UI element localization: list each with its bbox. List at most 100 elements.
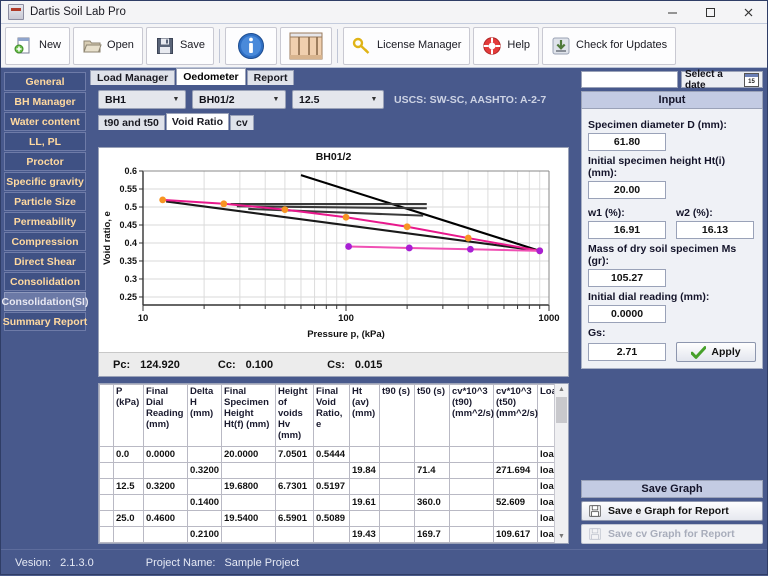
table-cell[interactable]: 271.694 [493,462,538,479]
gs-input[interactable]: 2.71 [588,343,666,361]
table-row[interactable]: 12.50.3200 19.68006.73010.5197 loading [99,478,554,495]
help-button[interactable]: Help [473,26,540,65]
date-input[interactable] [581,71,678,88]
table-cell[interactable]: 0.2100 [187,526,222,543]
sidebar-item-summary-report[interactable]: Summary Report [3,312,87,331]
table-cell[interactable]: 0.0 [113,446,144,463]
table-cell[interactable] [379,542,415,543]
table-cell[interactable]: 6.5901 [275,510,314,527]
table-cell[interactable]: 6.7301 [275,478,314,495]
scroll-up-icon[interactable]: ▲ [558,384,565,396]
table-cell[interactable] [99,494,114,511]
table-cell[interactable] [99,526,114,543]
open-button[interactable]: Open [73,26,143,65]
table-cell[interactable]: 71.4 [414,462,450,479]
minimize-button[interactable] [653,1,691,23]
table-cell[interactable] [313,526,350,543]
table-row[interactable]: 0.3200 19.84 71.4 271.694loading [99,462,554,479]
table-cell[interactable]: 0.1400 [187,494,222,511]
sidebar-item-ll-pl[interactable]: LL, PL [4,132,86,151]
table-cell[interactable]: 12.5 [113,478,144,495]
close-button[interactable] [729,1,767,23]
table-cell[interactable] [99,478,114,495]
table-cell[interactable]: 0.4927 [313,542,350,543]
tab-t90-t50[interactable]: t90 and t50 [98,115,165,130]
table-cell[interactable]: 0.5089 [313,510,350,527]
select-date-button[interactable]: Select a date 15 [681,69,763,91]
w1-input[interactable]: 16.91 [588,221,666,239]
table-cell[interactable] [449,462,494,479]
table-scroll-region[interactable]: P (kPa) Final Dial Reading (mm) Delta H (m… [99,384,554,543]
sidebar-item-consolidation[interactable]: Consolidation [4,272,86,291]
table-row[interactable]: 50.00.6700 19.33006.38010.4927 loading [99,542,554,543]
table-cell[interactable] [379,478,415,495]
table-cell[interactable] [349,542,380,543]
table-cell[interactable] [449,542,494,543]
specimen-diameter-input[interactable]: 61.80 [588,133,666,151]
table-cell[interactable] [313,494,350,511]
table-cell[interactable] [275,526,314,543]
table-cell[interactable] [143,462,188,479]
table-cell[interactable]: 7.0501 [275,446,314,463]
sidebar-item-water-content[interactable]: Water content [4,112,86,131]
table-cell[interactable] [449,494,494,511]
table-cell[interactable] [493,542,538,543]
table-cell[interactable] [449,510,494,527]
tab-load-manager[interactable]: Load Manager [90,70,176,85]
table-cell[interactable]: 19.61 [349,494,380,511]
table-cell[interactable] [187,542,222,543]
table-cell[interactable] [379,446,415,463]
table-cell[interactable]: 0.5444 [313,446,350,463]
table-cell[interactable] [113,494,144,511]
table-cell[interactable]: loading [537,446,554,463]
table-cell[interactable] [379,494,415,511]
table-cell[interactable] [275,462,314,479]
table-cell[interactable] [349,510,380,527]
table-cell[interactable] [143,526,188,543]
sidebar-item-proctor[interactable]: Proctor [4,152,86,171]
table-cell[interactable]: 169.7 [414,526,450,543]
depth-dropdown[interactable]: 12.5 ▼ [292,90,384,109]
license-manager-button[interactable]: License Manager [343,26,471,65]
table-cell[interactable]: 19.43 [349,526,380,543]
sample-dropdown[interactable]: BH01/2 ▼ [192,90,286,109]
table-cell[interactable] [414,446,450,463]
borehole-dropdown[interactable]: BH1 ▼ [98,90,186,109]
table-cell[interactable]: 109.617 [493,526,538,543]
scroll-down-icon[interactable]: ▼ [558,531,565,543]
table-cell[interactable] [414,510,450,527]
sidebar-item-general[interactable]: General [4,72,86,91]
table-cell[interactable]: 0.3200 [187,462,222,479]
table-cell[interactable] [221,526,276,543]
sidebar-item-permeability[interactable]: Permeability [4,212,86,231]
table-cell[interactable]: loading [537,494,554,511]
table-row[interactable]: 0.00.0000 20.00007.05010.5444 loading [99,446,554,463]
table-cell[interactable] [493,446,538,463]
table-cell[interactable] [99,446,114,463]
table-cell[interactable] [99,462,114,479]
table-cell[interactable] [187,446,222,463]
table-cell[interactable]: 19.5400 [221,510,276,527]
save-button[interactable]: Save [145,26,215,65]
table-cell[interactable] [187,478,222,495]
sidebar-item-particle-size[interactable]: Particle Size [4,192,86,211]
table-cell[interactable] [449,478,494,495]
table-cell[interactable] [349,446,380,463]
w2-input[interactable]: 16.13 [676,221,754,239]
table-row[interactable]: 25.00.4600 19.54006.59010.5089 loading [99,510,554,527]
table-cell[interactable]: 6.3801 [275,542,314,543]
sidebar-item-specific-gravity[interactable]: Specific gravity [4,172,86,191]
table-cell[interactable] [349,478,380,495]
table-cell[interactable] [113,462,144,479]
table-cell[interactable] [414,542,450,543]
table-cell[interactable] [493,510,538,527]
table-cell[interactable] [187,510,222,527]
apply-button[interactable]: Apply [676,342,756,362]
tab-void-ratio[interactable]: Void Ratio [165,113,229,130]
info-button[interactable] [225,26,278,65]
tab-report[interactable]: Report [246,70,295,85]
table-cell[interactable] [449,446,494,463]
table-cell[interactable]: loading [537,526,554,543]
maximize-button[interactable] [691,1,729,23]
table-cell[interactable] [99,542,114,543]
